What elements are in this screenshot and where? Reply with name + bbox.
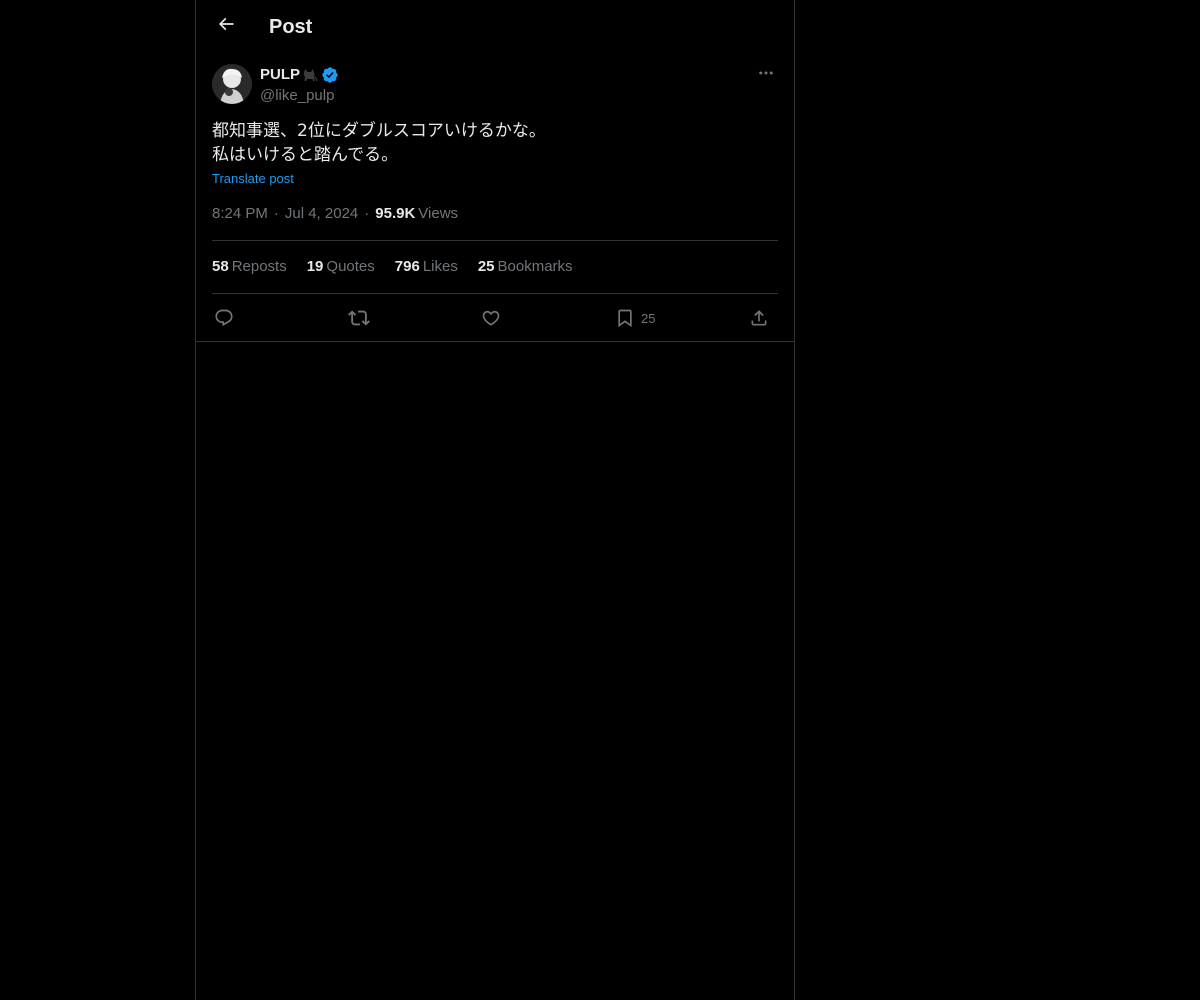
more-horizontal-icon xyxy=(757,64,775,87)
reposts-count: 58 xyxy=(212,258,229,275)
share-icon xyxy=(749,308,769,328)
bookmark-icon xyxy=(615,308,635,328)
primary-column: Post PULP @like_pulp 都知事選、2位にダブルスコアいけるかな… xyxy=(195,0,795,1000)
share-button[interactable] xyxy=(749,303,769,333)
views-count: 95.9K xyxy=(375,205,416,222)
black-cat-icon xyxy=(301,66,319,84)
bookmark-count: 25 xyxy=(641,311,656,326)
user-handle[interactable]: @like_pulp xyxy=(260,86,334,106)
reply-icon xyxy=(214,308,234,328)
repost-icon xyxy=(348,307,370,329)
divider xyxy=(212,293,778,294)
likes-stat[interactable]: 796 Likes xyxy=(395,257,458,277)
heart-icon xyxy=(481,308,501,328)
bookmarks-label: Bookmarks xyxy=(497,258,573,275)
reposts-stat[interactable]: 58 Reposts xyxy=(212,257,287,277)
more-button[interactable] xyxy=(754,64,778,86)
views-label: Views xyxy=(418,205,459,222)
translate-post-link[interactable]: Translate post xyxy=(212,170,294,188)
reposts-label: Reposts xyxy=(231,258,287,275)
verified-badge-icon[interactable] xyxy=(321,66,339,84)
avatar-image xyxy=(212,64,252,104)
likes-label: Likes xyxy=(422,258,458,275)
reply-button[interactable] xyxy=(214,303,234,333)
like-button[interactable] xyxy=(481,303,501,333)
post-bottom-border xyxy=(196,341,794,342)
meta-separator: · xyxy=(364,205,370,222)
post-stats: 58 Reposts 19 Quotes 796 Likes 25 Bookmarks xyxy=(212,257,593,277)
back-button[interactable] xyxy=(208,8,244,44)
repost-button[interactable] xyxy=(348,303,370,333)
bookmarks-count: 25 xyxy=(477,258,495,275)
meta-separator: · xyxy=(273,205,279,222)
page-header: Post xyxy=(196,0,794,53)
post-author: PULP @like_pulp xyxy=(212,64,778,106)
quotes-label: Quotes xyxy=(326,258,375,275)
post-text: 都知事選、2位にダブルスコアいけるかな。 私はいけると踏んでる。 xyxy=(212,121,546,165)
bookmarks-stat[interactable]: 25 Bookmarks xyxy=(478,257,573,277)
post-date[interactable]: Jul 4, 2024 xyxy=(285,204,358,224)
bookmark-button[interactable]: 25 xyxy=(615,303,655,333)
page-title: Post xyxy=(269,16,313,38)
post-meta: 8:24 PM · Jul 4, 2024 · 95.9K Views xyxy=(212,204,458,224)
quotes-stat[interactable]: 19 Quotes xyxy=(307,257,375,277)
display-name[interactable]: PULP xyxy=(260,65,300,85)
display-name-row: PULP xyxy=(260,65,339,85)
avatar[interactable] xyxy=(212,64,252,104)
divider xyxy=(212,240,778,241)
post-time[interactable]: 8:24 PM xyxy=(212,204,268,224)
quotes-count: 19 xyxy=(306,258,324,275)
action-bar: 25 xyxy=(212,303,778,333)
arrow-left-icon xyxy=(216,14,236,39)
likes-count: 796 xyxy=(394,258,420,275)
